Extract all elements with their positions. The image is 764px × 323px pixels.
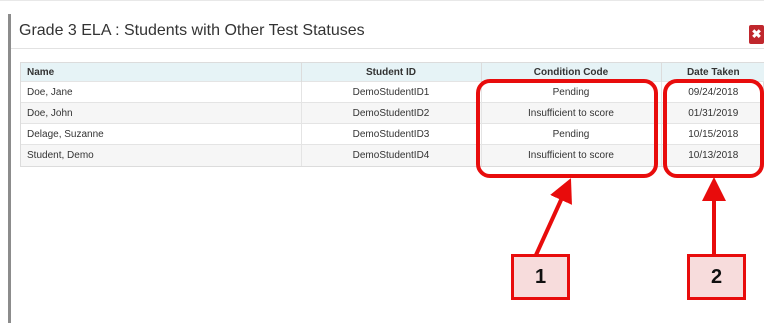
students-table-container: Name Student ID Condition Code Date Take… xyxy=(20,62,764,167)
dialog-header: Grade 3 ELA : Students with Other Test S… xyxy=(11,14,764,49)
dialog-title: Grade 3 ELA : Students with Other Test S… xyxy=(19,22,365,39)
date-taken: 09/24/2018 xyxy=(661,81,764,103)
table-row: Doe, Jane DemoStudentID1 Pending 09/24/2… xyxy=(21,81,764,103)
students-other-statuses-dialog: Grade 3 ELA : Students with Other Test S… xyxy=(8,14,764,323)
student-id: DemoStudentID2 xyxy=(301,102,482,124)
student-id: DemoStudentID3 xyxy=(301,123,482,145)
date-taken: 01/31/2019 xyxy=(661,102,764,124)
student-id: DemoStudentID1 xyxy=(301,81,482,103)
condition-code: Insufficient to score xyxy=(481,102,662,124)
close-icon[interactable]: ✖ xyxy=(749,25,764,44)
student-name: Delage, Suzanne xyxy=(21,123,302,145)
table-row: Doe, John DemoStudentID2 Insufficient to… xyxy=(21,102,764,124)
student-id: DemoStudentID4 xyxy=(301,144,482,166)
condition-code: Pending xyxy=(481,81,662,103)
student-name: Student, Demo xyxy=(21,144,302,166)
column-header-student-id[interactable]: Student ID xyxy=(301,63,482,82)
students-table: Name Student ID Condition Code Date Take… xyxy=(21,63,764,166)
table-header-row: Name Student ID Condition Code Date Take… xyxy=(21,63,764,82)
callout-number-2: 2 xyxy=(687,254,746,300)
top-divider xyxy=(0,0,764,1)
date-taken: 10/15/2018 xyxy=(661,123,764,145)
column-header-name[interactable]: Name xyxy=(21,63,302,82)
table-row: Student, Demo DemoStudentID4 Insufficien… xyxy=(21,144,764,166)
callout-number-1: 1 xyxy=(511,254,570,300)
condition-code: Insufficient to score xyxy=(481,144,662,166)
column-header-date-taken[interactable]: Date Taken xyxy=(661,63,764,82)
table-row: Delage, Suzanne DemoStudentID3 Pending 1… xyxy=(21,123,764,145)
student-name: Doe, John xyxy=(21,102,302,124)
column-header-condition-code[interactable]: Condition Code xyxy=(481,63,662,82)
date-taken: 10/13/2018 xyxy=(661,144,764,166)
student-name: Doe, Jane xyxy=(21,81,302,103)
condition-code: Pending xyxy=(481,123,662,145)
